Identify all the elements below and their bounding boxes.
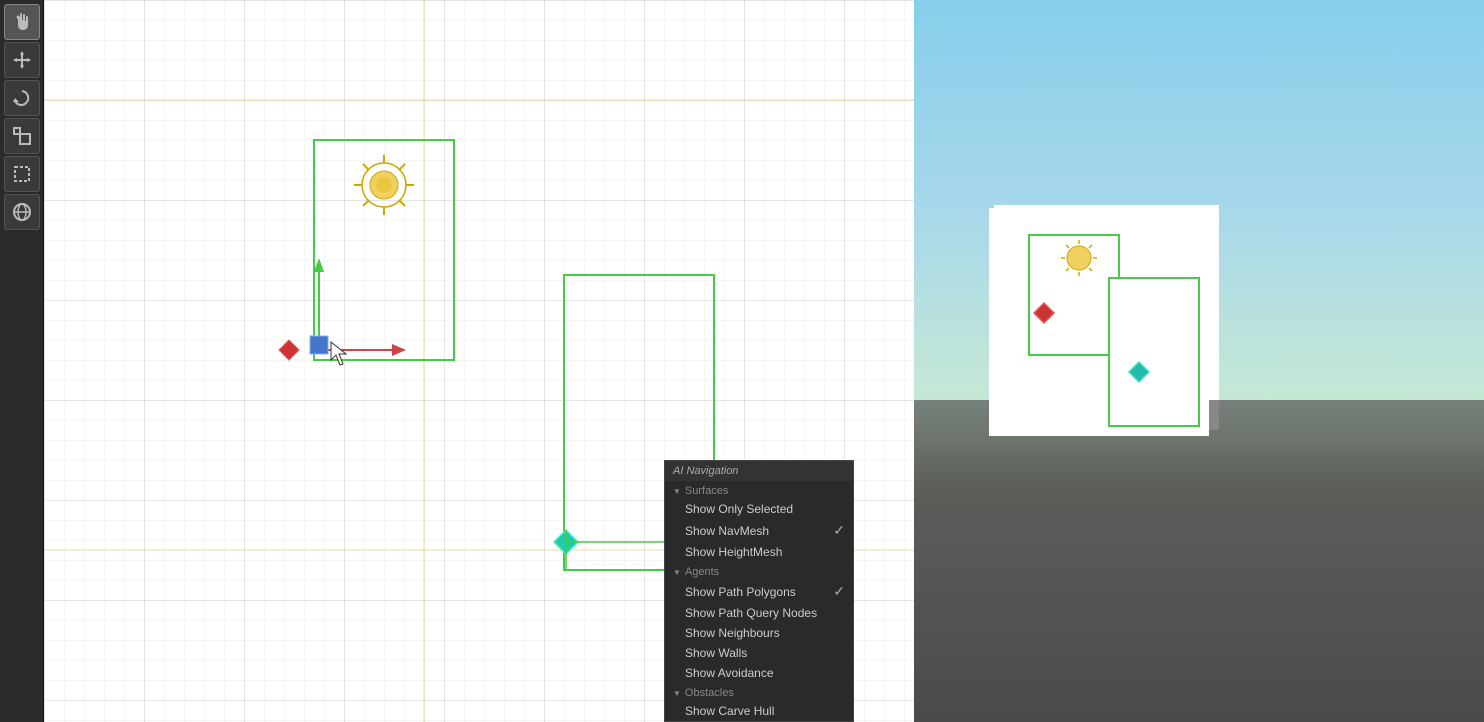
menu-title: AI Navigation xyxy=(665,461,853,481)
show-heightmesh-item[interactable]: Show HeightMesh xyxy=(665,542,853,562)
show-navmesh-item[interactable]: Show NavMesh ✓ xyxy=(665,519,853,542)
show-navmesh-check: ✓ xyxy=(833,522,845,539)
global-tool-button[interactable] xyxy=(4,194,40,230)
show-avoidance-item[interactable]: Show Avoidance xyxy=(665,663,853,683)
show-path-polygons-check: ✓ xyxy=(833,583,845,600)
surfaces-section-header: Surfaces xyxy=(665,481,853,499)
show-neighbours-label: Show Neighbours xyxy=(685,626,780,640)
rect-select-button[interactable] xyxy=(4,156,40,192)
show-walls-item[interactable]: Show Walls xyxy=(665,643,853,663)
scale-tool-button[interactable] xyxy=(4,118,40,154)
3d-scene-svg xyxy=(914,0,1484,722)
move-tool-button[interactable] xyxy=(4,42,40,78)
show-navmesh-label: Show NavMesh xyxy=(685,524,769,538)
obstacles-section-header: Obstacles xyxy=(665,683,853,701)
show-path-query-nodes-item[interactable]: Show Path Query Nodes xyxy=(665,603,853,623)
rotate-tool-button[interactable] xyxy=(4,80,40,116)
show-carve-hull-item[interactable]: Show Carve Hull xyxy=(665,701,853,721)
show-path-polygons-item[interactable]: Show Path Polygons ✓ xyxy=(665,580,853,603)
main-container: AI Navigation Surfaces Show Only Selecte… xyxy=(0,0,1484,722)
show-neighbours-item[interactable]: Show Neighbours xyxy=(665,623,853,643)
show-only-selected-label: Show Only Selected xyxy=(685,502,793,516)
show-carve-hull-label: Show Carve Hull xyxy=(685,704,774,718)
show-avoidance-label: Show Avoidance xyxy=(685,666,774,680)
hand-tool-button[interactable] xyxy=(4,4,40,40)
context-menu: AI Navigation Surfaces Show Only Selecte… xyxy=(664,460,854,722)
toolbar xyxy=(0,0,44,722)
show-walls-label: Show Walls xyxy=(685,646,747,660)
agents-section-header: Agents xyxy=(665,562,853,580)
show-heightmesh-label: Show HeightMesh xyxy=(685,545,782,559)
show-only-selected-item[interactable]: Show Only Selected xyxy=(665,499,853,519)
show-path-query-nodes-label: Show Path Query Nodes xyxy=(685,606,817,620)
show-path-polygons-label: Show Path Polygons xyxy=(685,585,796,599)
viewport-3d[interactable] xyxy=(914,0,1484,722)
viewport-2d[interactable]: AI Navigation Surfaces Show Only Selecte… xyxy=(44,0,914,722)
